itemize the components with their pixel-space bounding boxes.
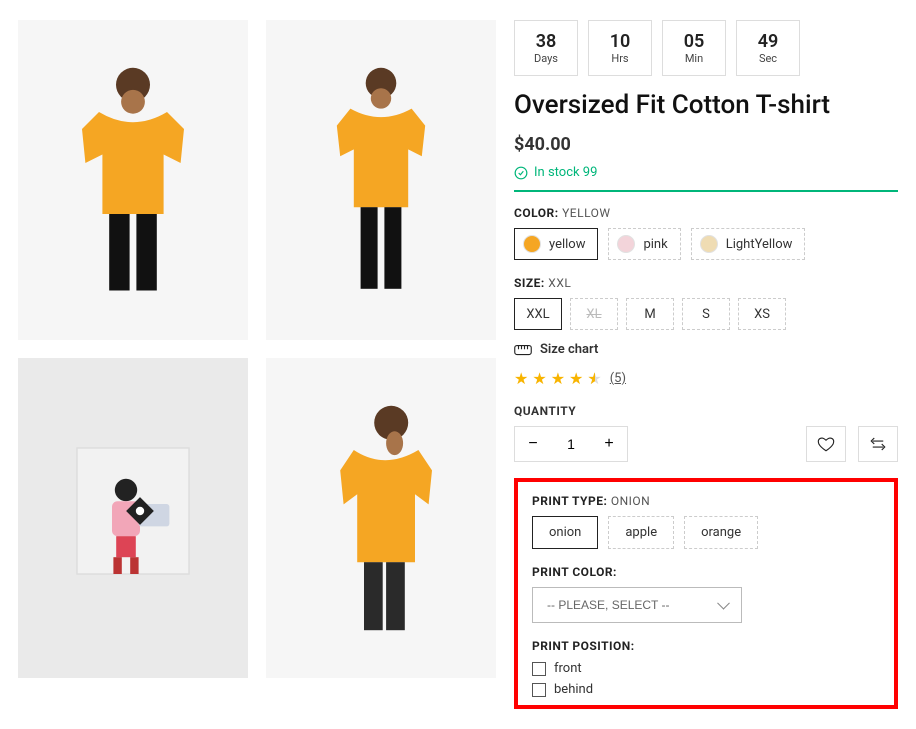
- compare-icon: [869, 435, 887, 453]
- wishlist-button[interactable]: [806, 426, 846, 462]
- qty-input[interactable]: [551, 427, 591, 461]
- size-btn-s[interactable]: S: [682, 298, 730, 330]
- rating-count: (5): [610, 371, 626, 386]
- countdown-value: 05: [684, 31, 705, 52]
- print-type-label-row: PRINT TYPE: ONION: [532, 494, 880, 508]
- size-btn-xxl[interactable]: XXL: [514, 298, 562, 330]
- print-type-value: ONION: [611, 494, 650, 508]
- color-dot-icon: [523, 235, 541, 253]
- countdown-hours: 10 Hrs: [588, 20, 652, 76]
- print-color-label-row: PRINT COLOR:: [532, 565, 880, 579]
- quantity-stepper[interactable]: − +: [514, 426, 628, 462]
- color-value: YELLOW: [562, 206, 610, 220]
- color-swatches: yellow pink LightYellow: [514, 228, 898, 260]
- print-color-label: PRINT COLOR:: [532, 565, 617, 579]
- stock-text: In stock 99: [534, 165, 597, 180]
- color-label-row: COLOR: YELLOW: [514, 206, 898, 220]
- print-position-options: front behind: [532, 661, 880, 697]
- print-type-orange[interactable]: orange: [684, 516, 758, 549]
- product-image-4[interactable]: [266, 358, 496, 678]
- print-options-box: PRINT TYPE: ONION onion apple orange PRI…: [514, 478, 898, 709]
- star-icon: ★: [551, 369, 565, 388]
- print-type-label: PRINT TYPE:: [532, 494, 607, 508]
- star-icon: ★: [532, 369, 546, 388]
- size-btn-m[interactable]: M: [626, 298, 674, 330]
- size-value: XXL: [548, 276, 571, 290]
- tshirt-icon: [296, 61, 466, 299]
- color-swatch-pink[interactable]: pink: [608, 228, 680, 260]
- color-swatch-yellow[interactable]: yellow: [514, 228, 598, 260]
- product-gallery: [18, 20, 496, 709]
- check-label: front: [554, 661, 582, 676]
- rating[interactable]: ★ ★ ★ ★ ★ (5): [514, 369, 898, 388]
- size-btn-xs[interactable]: XS: [738, 298, 786, 330]
- print-type-options: onion apple orange: [532, 516, 880, 549]
- color-dot-icon: [700, 235, 718, 253]
- star-icon: ★: [569, 369, 583, 388]
- countdown-label: Days: [534, 52, 558, 65]
- print-position-label-row: PRINT POSITION:: [532, 639, 880, 653]
- countdown-sec: 49 Sec: [736, 20, 800, 76]
- print-position-label: PRINT POSITION:: [532, 639, 635, 653]
- compare-button[interactable]: [858, 426, 898, 462]
- countdown-value: 10: [610, 31, 631, 52]
- countdown-timer: 38 Days 10 Hrs 05 Min 49 Sec: [514, 20, 898, 76]
- size-label-row: SIZE: XXL: [514, 276, 898, 290]
- print-position-front[interactable]: front: [532, 661, 880, 676]
- checkbox-icon: [532, 683, 546, 697]
- product-image-3[interactable]: [18, 358, 248, 678]
- product-title: Oversized Fit Cotton T-shirt: [514, 90, 898, 120]
- print-position-behind[interactable]: behind: [532, 682, 880, 697]
- star-icon: ★: [514, 369, 528, 388]
- color-dot-icon: [617, 235, 635, 253]
- check-label: behind: [554, 682, 593, 697]
- color-swatch-lightyellow[interactable]: LightYellow: [691, 228, 806, 260]
- print-type-onion[interactable]: onion: [532, 516, 598, 549]
- checkbox-icon: [532, 662, 546, 676]
- tshirt-icon: [296, 399, 466, 637]
- swatch-label: LightYellow: [726, 237, 793, 252]
- product-price: $40.00: [514, 134, 898, 155]
- size-options: XXL XL M S XS: [514, 298, 898, 330]
- tshirt-icon: [48, 61, 218, 299]
- print-color-select[interactable]: -- PLEASE, SELECT --: [532, 587, 742, 623]
- star-half-icon: ★: [587, 369, 601, 388]
- product-image-1[interactable]: [18, 20, 248, 340]
- check-circle-icon: [514, 166, 528, 180]
- size-chart-link[interactable]: Size chart: [514, 342, 898, 357]
- stock-status: In stock 99: [514, 165, 898, 192]
- print-type-apple[interactable]: apple: [608, 516, 674, 549]
- product-image-2[interactable]: [266, 20, 496, 340]
- mascot-icon: [63, 434, 203, 602]
- color-label: COLOR:: [514, 206, 559, 220]
- countdown-value: 38: [536, 31, 557, 52]
- countdown-label: Hrs: [611, 52, 628, 65]
- countdown-value: 49: [758, 31, 779, 52]
- countdown-min: 05 Min: [662, 20, 726, 76]
- qty-minus-button[interactable]: −: [515, 427, 551, 461]
- size-btn-xl[interactable]: XL: [570, 298, 618, 330]
- countdown-label: Min: [685, 52, 703, 65]
- heart-icon: [817, 435, 835, 453]
- size-chart-label: Size chart: [540, 342, 598, 357]
- countdown-label: Sec: [759, 52, 777, 65]
- swatch-label: pink: [643, 237, 667, 252]
- ruler-icon: [514, 343, 532, 357]
- qty-plus-button[interactable]: +: [591, 427, 627, 461]
- countdown-days: 38 Days: [514, 20, 578, 76]
- print-color-select-wrap: -- PLEASE, SELECT --: [532, 587, 742, 623]
- quantity-label: QUANTITY: [514, 404, 898, 418]
- size-label: SIZE:: [514, 276, 545, 290]
- swatch-label: yellow: [549, 237, 585, 252]
